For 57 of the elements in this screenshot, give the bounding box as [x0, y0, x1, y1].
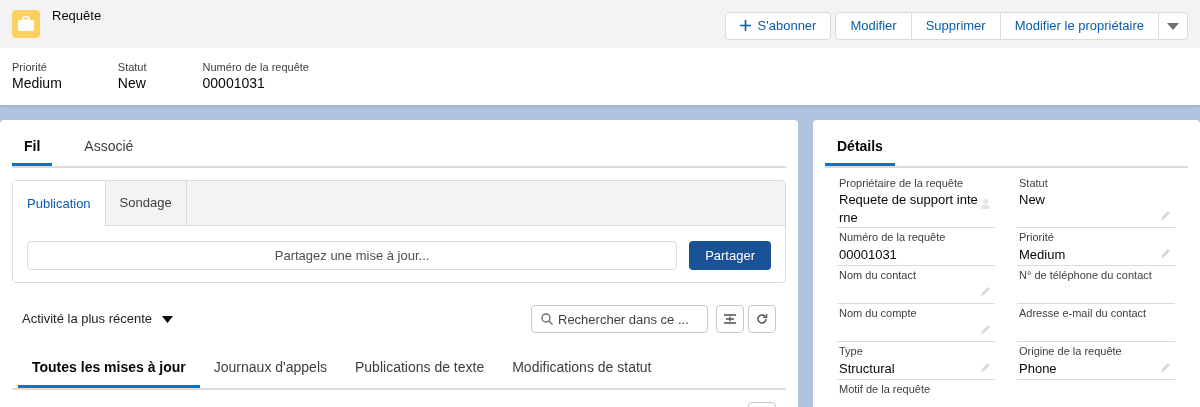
- briefcase-icon: [12, 10, 40, 38]
- highlight-value: 00001031: [202, 74, 266, 94]
- sort-dropdown[interactable]: Activité la plus récente: [22, 309, 174, 329]
- refresh-icon: [756, 313, 768, 325]
- filter-tab[interactable]: Modifications de statut: [498, 357, 666, 388]
- plus-icon: [739, 20, 751, 31]
- collapse-button[interactable]: [716, 305, 744, 333]
- highlight-label: Priorité: [12, 60, 48, 75]
- pencil-icon[interactable]: [1160, 248, 1171, 260]
- pencil-icon[interactable]: [980, 286, 991, 298]
- change-owner-icon[interactable]: [980, 198, 991, 209]
- field-label: Propriétaire de la requête: [839, 176, 965, 191]
- post-input-field[interactable]: Partagez une mise à jour...: [27, 241, 678, 270]
- caret-down-icon: [162, 315, 174, 323]
- pencil-icon[interactable]: [1160, 210, 1171, 222]
- filter-tab[interactable]: Toutes les mises à jour: [18, 357, 200, 388]
- field-value: Requete de support interne: [839, 191, 979, 227]
- more-actions-button[interactable]: [1158, 12, 1188, 40]
- tab[interactable]: Publication: [13, 181, 106, 226]
- tab[interactable]: Sondage: [105, 181, 187, 225]
- follow-button[interactable]: S'abonner: [724, 12, 832, 40]
- field-label: Nom du contact: [839, 268, 918, 284]
- field-label: Origine de la requête: [1019, 344, 1123, 360]
- field-label: Numéro de la requête: [839, 230, 947, 246]
- caret-down-icon: [1167, 23, 1179, 31]
- field-label: Motif de la requête: [839, 382, 932, 398]
- tab[interactable]: Fil: [12, 136, 53, 166]
- action-button[interactable]: Modifier le propriétaire: [999, 12, 1159, 40]
- highlight-label: Statut: [117, 60, 147, 75]
- pencil-icon[interactable]: [980, 362, 991, 374]
- object-type-label: Requête: [52, 8, 102, 24]
- filter-tab[interactable]: Publications de texte: [341, 357, 499, 388]
- pencil-icon[interactable]: [980, 324, 991, 336]
- field-value: Medium: [1019, 245, 1067, 264]
- share-button[interactable]: Partager: [689, 241, 771, 270]
- field-label: Type: [839, 344, 864, 360]
- field-value: Phone: [1019, 359, 1058, 378]
- field-label: Adresse e-mail du contact: [1019, 306, 1148, 322]
- tab[interactable]: Associé: [72, 136, 146, 166]
- highlight-value: Medium: [12, 74, 62, 94]
- action-button[interactable]: Modifier: [835, 12, 912, 40]
- highlight-label: Numéro de la requête: [202, 60, 309, 75]
- search-field[interactable]: Rechercher dans ce ...: [531, 305, 708, 333]
- field-value: Structural: [839, 359, 896, 378]
- field-label: N° de téléphone du contact: [1019, 268, 1153, 284]
- tab[interactable]: Détails: [825, 136, 895, 166]
- field-label: Statut: [1019, 176, 1049, 191]
- expand-collapse-icon: [724, 314, 736, 324]
- field-label: Priorité: [1019, 230, 1055, 246]
- field-value: New: [1019, 191, 1046, 209]
- pencil-icon[interactable]: [1160, 362, 1171, 374]
- highlight-value: New: [117, 74, 147, 94]
- action-button[interactable]: Supprimer: [910, 12, 1001, 40]
- refresh-button[interactable]: [748, 305, 776, 333]
- field-value: 00001031: [839, 245, 898, 264]
- filter-tab[interactable]: Journaux d'appels: [199, 357, 341, 388]
- field-label: Nom du compte: [839, 306, 918, 322]
